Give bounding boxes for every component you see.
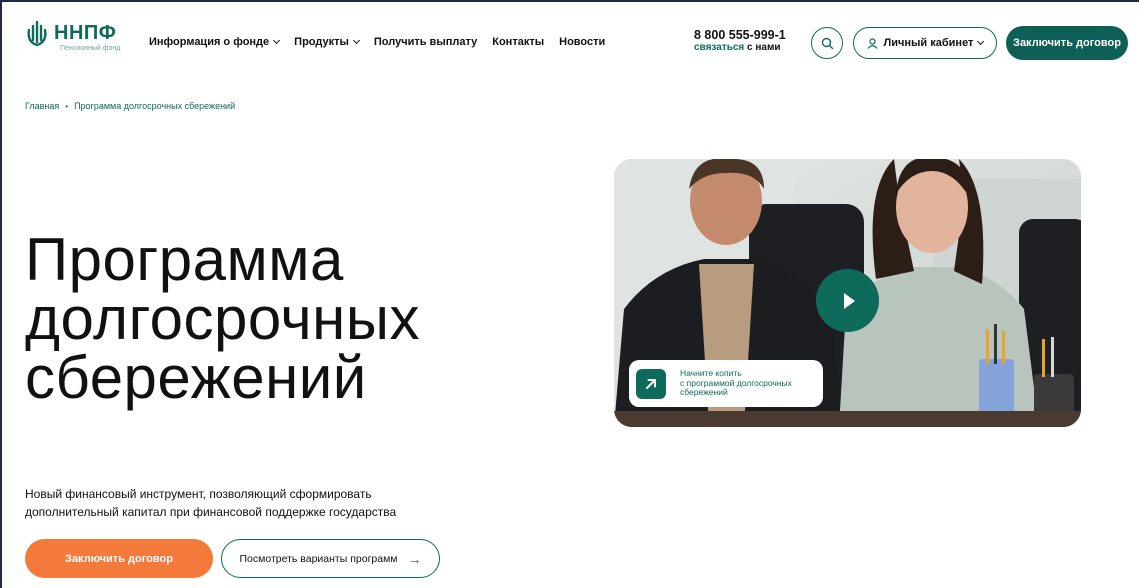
contact-link-highlight: связаться: [694, 42, 745, 53]
page-title: Программа долгосрочных сбережений: [25, 230, 585, 408]
site-header: ННПФ Пенсионный фонд Информация о фонде …: [0, 0, 1139, 84]
logo-icon: [27, 20, 47, 47]
nav-item-label: Контакты: [492, 36, 545, 48]
nav-item-news[interactable]: Новости: [559, 36, 605, 48]
breadcrumb-current: Программа долгосрочных сбережений: [74, 101, 236, 111]
user-icon: [867, 37, 877, 49]
video-caption-line: сбережений: [680, 387, 728, 398]
nav-item-label: Новости: [559, 36, 606, 48]
play-icon: [844, 292, 855, 309]
nav-item-label: Продукты: [294, 36, 349, 48]
contact-link[interactable]: связаться с нами: [694, 42, 786, 54]
nav-item-contacts[interactable]: Контакты: [492, 36, 544, 48]
video-caption-line: Начните копить: [680, 368, 742, 379]
view-programs-button[interactable]: Посмотреть варианты программ →: [221, 539, 440, 578]
header-contract-button[interactable]: Заключить договор: [1006, 26, 1128, 60]
hero-description: Новый финансовый инструмент, позволяющий…: [25, 485, 485, 521]
nav-item-products[interactable]: Продукты: [294, 36, 360, 48]
personal-account-button[interactable]: Личный кабинет: [853, 27, 997, 59]
contract-button[interactable]: Заключить договор: [25, 539, 213, 578]
logo[interactable]: ННПФ Пенсионный фонд: [24, 18, 120, 53]
hero-description-line: дополнительный капитал при финансовой по…: [25, 505, 397, 519]
video-caption-chip[interactable]: Начните копить с программой долгосрочных…: [629, 360, 823, 407]
page-title-line: Программа: [25, 226, 344, 293]
video-caption-text: Начните копить с программой долгосрочных…: [680, 369, 820, 398]
arrow-up-right-icon: [636, 368, 666, 399]
search-icon: [821, 37, 833, 49]
page-title-line: сбережений: [25, 344, 367, 411]
phone-block: 8 800 555-999-1 связаться с нами: [694, 28, 786, 54]
personal-account-label: Личный кабинет: [883, 37, 974, 49]
nav-item-fund-info[interactable]: Информация о фонде: [149, 36, 281, 48]
breadcrumb-home[interactable]: Главная: [25, 101, 59, 111]
video-player[interactable]: Начните копить с программой долгосрочных…: [614, 159, 1081, 427]
contact-link-rest: с нами: [744, 42, 781, 53]
logo-subtitle: Пенсионный фонд: [60, 45, 121, 52]
chevron-down-icon: [352, 36, 360, 45]
search-button[interactable]: [811, 27, 843, 59]
chevron-down-icon: [977, 37, 985, 46]
play-button[interactable]: [816, 269, 879, 332]
chevron-down-icon: [273, 36, 281, 45]
breadcrumb: Главная • Программа долгосрочных сбереже…: [25, 101, 235, 111]
hero-description-line: Новый финансовый инструмент, позволяющий…: [25, 487, 372, 501]
breadcrumb-separator: •: [65, 101, 69, 111]
phone-number[interactable]: 8 800 555-999-1: [694, 28, 786, 42]
nav-item-label: Информация о фонде: [149, 36, 270, 48]
nav-item-get-payment[interactable]: Получить выплату: [374, 36, 477, 48]
arrow-right-icon: →: [407, 550, 422, 567]
logo-name: ННПФ: [54, 22, 117, 44]
nav-item-label: Получить выплату: [373, 36, 478, 48]
page-title-line: долгосрочных: [25, 285, 420, 352]
video-caption-line: с программой долгосрочных: [680, 377, 792, 388]
main-nav: Информация о фонде Продукты Получить вып…: [149, 36, 620, 48]
view-programs-label: Посмотреть варианты программ: [239, 552, 398, 565]
